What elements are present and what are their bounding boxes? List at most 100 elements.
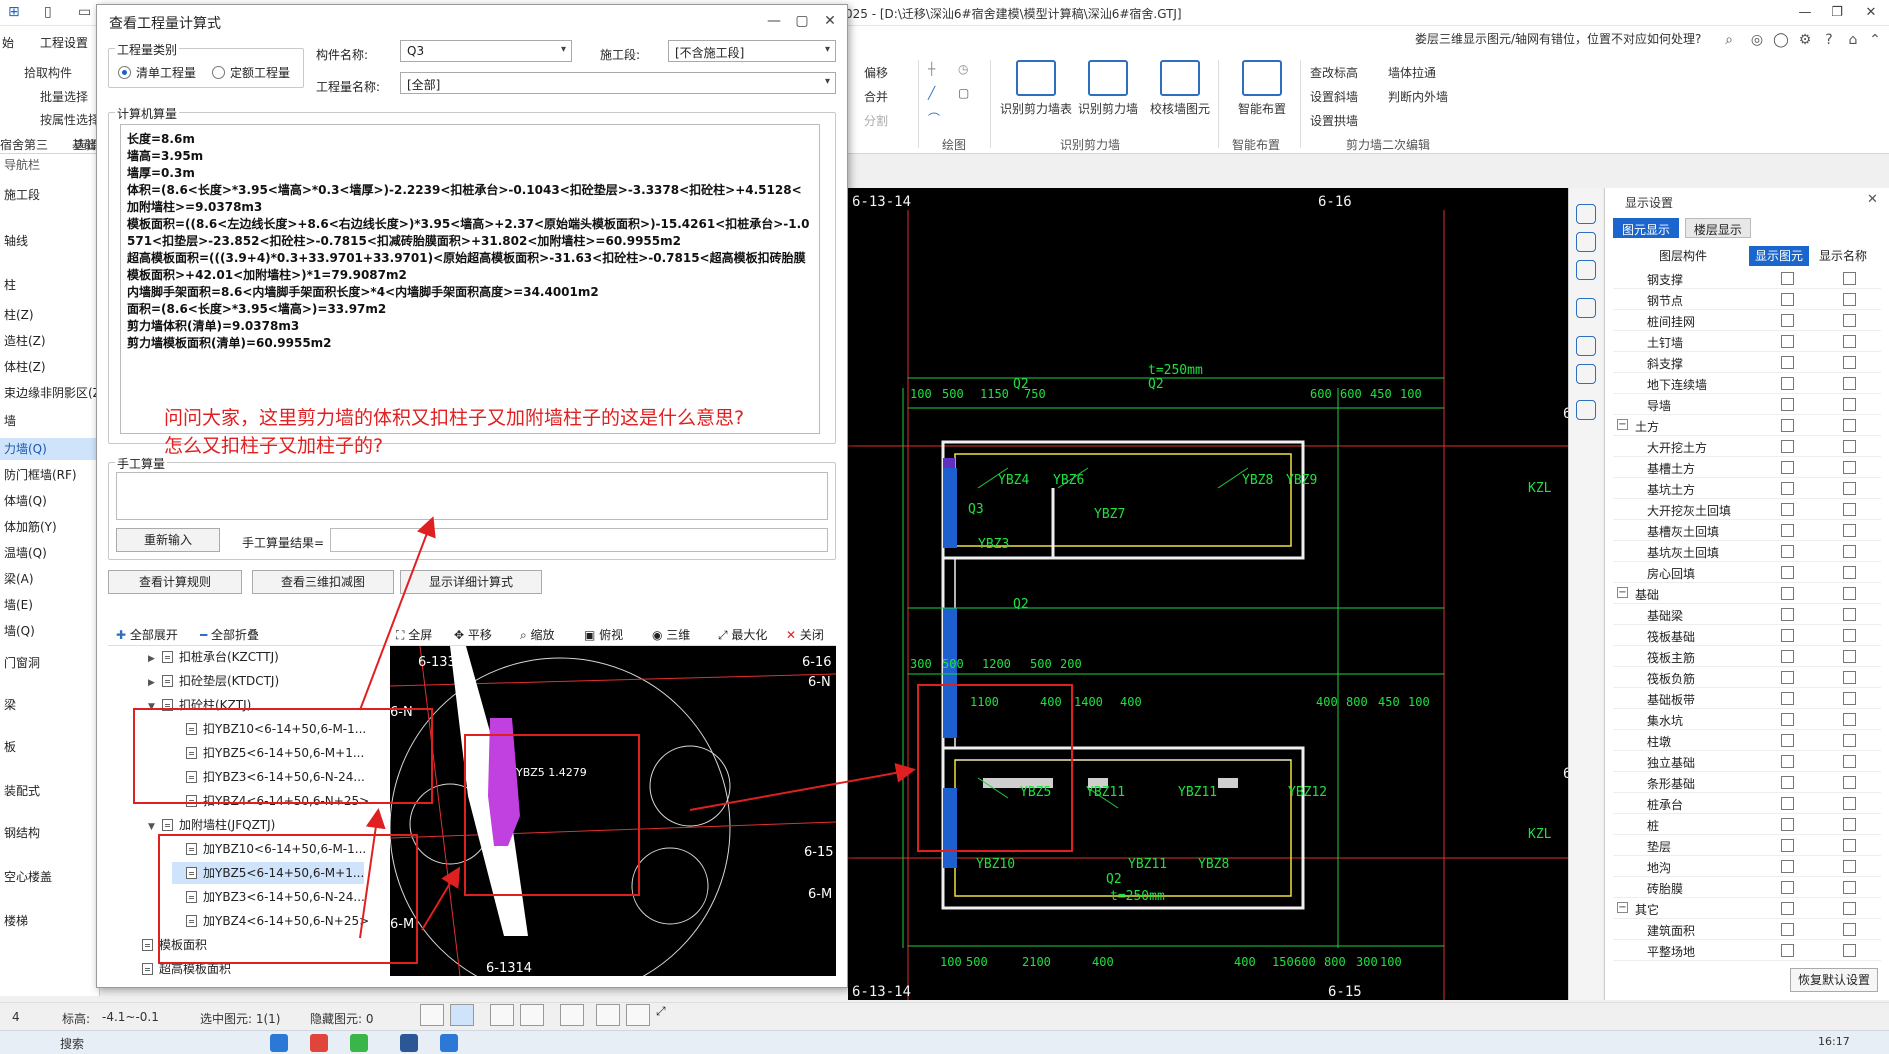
wechat-icon[interactable] <box>350 1034 368 1052</box>
display-settings-icon[interactable] <box>1576 400 1596 420</box>
fit-view-icon[interactable] <box>1576 336 1596 356</box>
show-name-checkbox[interactable] <box>1843 671 1856 684</box>
app-icon[interactable] <box>400 1034 418 1052</box>
fullscreen-button[interactable]: ⛶ 全屏 <box>396 626 432 643</box>
show-element-checkbox[interactable] <box>1781 776 1794 789</box>
edit-elevation-button[interactable]: 查改标高 <box>1310 64 1358 81</box>
nav-item[interactable]: 柱 <box>0 274 100 296</box>
show-name-checkbox[interactable] <box>1843 629 1856 642</box>
show-element-checkbox[interactable] <box>1781 755 1794 768</box>
cross-snap-icon[interactable] <box>490 1004 514 1026</box>
show-detail-formula-button[interactable]: 显示详细计算式 <box>400 570 542 594</box>
draw-point-icon[interactable]: ┼ <box>928 62 935 76</box>
snap-box-icon[interactable] <box>450 1004 474 1026</box>
nav-item[interactable]: 墙 <box>0 410 100 432</box>
help-icon[interactable]: ? <box>1820 32 1838 50</box>
radio-list-quantity[interactable]: 清单工程量 <box>118 64 196 81</box>
quantity-name-select[interactable]: [全部] <box>400 72 836 94</box>
maximize-view-button[interactable]: ⤢ 最大化 <box>718 626 767 643</box>
nav-item[interactable]: 施工段 <box>0 184 100 206</box>
nav-item[interactable]: 空心楼盖 <box>0 866 100 888</box>
nav-item[interactable]: 柱(Z) <box>0 304 100 326</box>
show-element-checkbox[interactable] <box>1781 314 1794 327</box>
tab-floor-display[interactable]: 楼层显示 <box>1684 218 1751 238</box>
show-name-checkbox[interactable] <box>1843 755 1856 768</box>
tree-toggle-icon[interactable]: ▼ <box>148 816 158 838</box>
show-name-checkbox[interactable] <box>1843 314 1856 327</box>
show-element-checkbox[interactable] <box>1781 587 1794 600</box>
restore-main-button[interactable]: ❐ <box>1822 3 1852 23</box>
reset-default-button[interactable]: 恢复默认设置 <box>1790 968 1878 992</box>
tree-toggle-icon[interactable]: ▶ <box>148 648 158 670</box>
show-name-checkbox[interactable] <box>1843 860 1856 873</box>
show-name-checkbox[interactable] <box>1843 335 1856 348</box>
show-element-checkbox[interactable] <box>1781 713 1794 726</box>
show-element-checkbox[interactable] <box>1781 377 1794 390</box>
stage-select[interactable]: [不含施工段] <box>668 40 836 62</box>
dialog-maximize-button[interactable]: ▢ <box>789 11 815 31</box>
show-name-checkbox[interactable] <box>1843 272 1856 285</box>
view-3d-icon[interactable] <box>1576 232 1596 252</box>
show-element-checkbox[interactable] <box>1781 440 1794 453</box>
nav-item[interactable]: 体加筋(Y) <box>0 516 100 538</box>
three-d-button[interactable]: ◉ 三维 <box>652 626 690 643</box>
manual-result-input[interactable] <box>330 528 828 552</box>
show-name-checkbox[interactable] <box>1843 608 1856 621</box>
search-icon[interactable]: ⌕ <box>1720 32 1738 50</box>
show-element-checkbox[interactable] <box>1781 398 1794 411</box>
show-name-checkbox[interactable] <box>1843 356 1856 369</box>
floor-tab-label[interactable]: 宿舍第三 <box>0 136 48 153</box>
show-element-checkbox[interactable] <box>1781 566 1794 579</box>
show-name-checkbox[interactable] <box>1843 839 1856 852</box>
show-element-checkbox[interactable] <box>1781 923 1794 936</box>
expand-icon[interactable]: ⤢ <box>656 1004 680 1026</box>
pick-component-button[interactable]: 拾取构件 <box>24 64 72 81</box>
close-view-button[interactable]: ✕ 关闭 <box>786 626 824 643</box>
set-slant-wall-button[interactable]: 设置斜墙 <box>1310 88 1358 105</box>
smart-layout-button[interactable]: 智能布置 <box>1222 60 1302 117</box>
show-name-checkbox[interactable] <box>1843 692 1856 705</box>
new-file-icon[interactable]: ▯ <box>44 4 52 20</box>
col-header-name[interactable]: 显示名称 <box>1811 246 1875 266</box>
nav-item[interactable]: 钢结构 <box>0 822 100 844</box>
nav-item[interactable]: 温墙(Q) <box>0 542 100 564</box>
reinput-button[interactable]: 重新输入 <box>116 528 220 552</box>
browser-icon[interactable] <box>270 1034 288 1052</box>
skin-icon[interactable]: ⌂ <box>1844 32 1862 50</box>
show-element-checkbox[interactable] <box>1781 797 1794 810</box>
show-name-checkbox[interactable] <box>1843 524 1856 537</box>
nav-item[interactable]: 墙(E) <box>0 594 100 616</box>
show-name-checkbox[interactable] <box>1843 587 1856 600</box>
show-element-checkbox[interactable] <box>1781 419 1794 432</box>
show-element-checkbox[interactable] <box>1781 293 1794 306</box>
pan-button[interactable]: ✥ 平移 <box>454 626 492 643</box>
show-element-checkbox[interactable] <box>1781 692 1794 705</box>
nav-item[interactable]: 体墙(Q) <box>0 490 100 512</box>
nav-item[interactable]: 梁(A) <box>0 568 100 590</box>
show-name-checkbox[interactable] <box>1843 503 1856 516</box>
wall-align-button[interactable]: 墙体拉通 <box>1388 64 1436 81</box>
nav-item[interactable]: 束边缘非阴影区(Z) <box>0 382 106 404</box>
offset-snap-icon[interactable] <box>560 1004 584 1026</box>
orbit-view-icon[interactable] <box>1576 204 1596 224</box>
show-name-checkbox[interactable] <box>1843 566 1856 579</box>
select-by-attribute-button[interactable]: 按属性选择 <box>40 111 100 128</box>
dialog-close-button[interactable]: ✕ <box>817 11 843 31</box>
nav-item[interactable]: 装配式 <box>0 780 100 802</box>
collapse-all-button[interactable]: ━ 全部折叠 <box>200 626 259 643</box>
user-icon[interactable]: ◯ <box>1772 32 1790 50</box>
nav-item[interactable]: 板 <box>0 736 100 758</box>
judge-inner-outer-wall-button[interactable]: 判断内外墙 <box>1388 88 1448 105</box>
taskbar-search[interactable]: 搜索 <box>60 1035 84 1052</box>
nav-item[interactable]: 楼梯 <box>0 910 100 932</box>
layer-icon[interactable] <box>1576 298 1596 318</box>
show-name-checkbox[interactable] <box>1843 818 1856 831</box>
show-name-checkbox[interactable] <box>1843 293 1856 306</box>
app-icon[interactable] <box>440 1034 458 1052</box>
minimize-main-button[interactable]: — <box>1790 3 1820 23</box>
batch-select-button[interactable]: 批量选择 <box>40 88 88 105</box>
show-element-checkbox[interactable] <box>1781 839 1794 852</box>
split-button[interactable]: 分割 <box>864 112 888 129</box>
nav-item[interactable]: 门窗洞 <box>0 652 100 674</box>
show-name-checkbox[interactable] <box>1843 461 1856 474</box>
